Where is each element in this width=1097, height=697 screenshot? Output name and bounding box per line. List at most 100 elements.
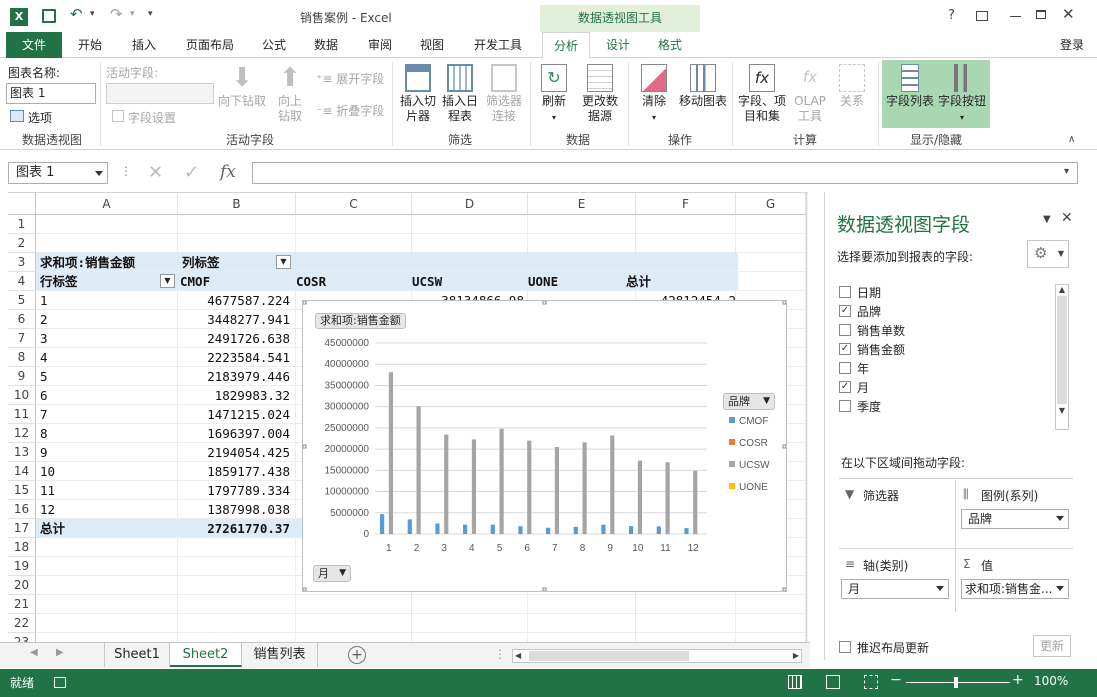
- axis-field-button[interactable]: 月 ▼: [313, 565, 351, 582]
- field-settings-button[interactable]: 字段设置: [128, 109, 176, 126]
- scroll-down-icon[interactable]: ▼: [1056, 406, 1068, 415]
- update-button[interactable]: 更新: [1033, 635, 1071, 657]
- tab-analyze[interactable]: 分析: [542, 32, 590, 59]
- drill-up-button[interactable]: ⬆ 向上钻取: [268, 64, 312, 124]
- maximize-icon[interactable]: [1036, 10, 1046, 19]
- tab-page-layout[interactable]: 页面布局: [178, 32, 242, 58]
- pivot-row-label[interactable]: 8: [40, 424, 140, 443]
- column-labels[interactable]: 列标签: [182, 253, 282, 272]
- row-header[interactable]: 10: [8, 386, 36, 405]
- enter-icon[interactable]: ✓: [184, 162, 199, 183]
- pivot-value-cmof[interactable]: 2194054.425: [158, 443, 290, 462]
- row-header[interactable]: 20: [8, 576, 36, 595]
- field-checkbox[interactable]: [839, 324, 851, 336]
- pane-settings-button[interactable]: ⚙ ▼: [1027, 240, 1069, 268]
- values-area-field[interactable]: 求和项:销售金...: [961, 579, 1069, 599]
- legend-field-button[interactable]: 品牌 ▼: [723, 393, 775, 410]
- row-header[interactable]: 4: [8, 272, 36, 291]
- column-header[interactable]: G: [736, 193, 806, 215]
- pivot-value-cmof[interactable]: 3448277.941: [158, 310, 290, 329]
- pivot-column-header[interactable]: 总计: [626, 272, 736, 291]
- hscroll-left-icon[interactable]: ◀: [515, 650, 521, 662]
- field-item-label[interactable]: 销售单数: [857, 322, 905, 339]
- row-header[interactable]: 9: [8, 367, 36, 386]
- defer-checkbox[interactable]: [839, 641, 851, 653]
- pivot-row-label[interactable]: 3: [40, 329, 140, 348]
- field-checkbox[interactable]: [839, 400, 851, 412]
- pivot-value-cmof[interactable]: 1797789.334: [158, 481, 290, 500]
- options-icon[interactable]: [10, 110, 24, 122]
- formula-input[interactable]: [252, 162, 1078, 184]
- pivot-value-cmof[interactable]: 1696397.004: [158, 424, 290, 443]
- column-header[interactable]: A: [36, 193, 178, 215]
- row-header[interactable]: 23: [8, 633, 36, 642]
- pivot-value-cmof[interactable]: 1859177.438: [158, 462, 290, 481]
- clear-button[interactable]: 清除 ▾: [634, 64, 674, 125]
- tab-home[interactable]: 开始: [70, 32, 110, 58]
- pane-menu-icon[interactable]: ▼: [1043, 214, 1051, 225]
- grand-total-value[interactable]: 27261770.37: [158, 519, 290, 538]
- scroll-thumb[interactable]: [1057, 296, 1067, 404]
- field-item-label[interactable]: 品牌: [857, 303, 881, 320]
- tab-scroll-left-icon[interactable]: ◀: [30, 647, 38, 658]
- field-item-label[interactable]: 日期: [857, 284, 881, 301]
- pivot-value-cmof[interactable]: 1471215.024: [158, 405, 290, 424]
- move-chart-button[interactable]: 移动图表: [676, 64, 730, 109]
- help-icon[interactable]: ?: [948, 8, 955, 23]
- chart-name-input[interactable]: 图表 1: [6, 83, 96, 104]
- field-item-label[interactable]: 销售金额: [857, 341, 905, 358]
- sheet-tab-sales-list[interactable]: 销售列表: [242, 643, 318, 667]
- relationships-button[interactable]: 关系: [832, 64, 872, 109]
- row-header[interactable]: 13: [8, 443, 36, 462]
- undo-dropdown-icon[interactable]: ▾: [90, 9, 95, 19]
- row-header[interactable]: 22: [8, 614, 36, 633]
- tab-developer[interactable]: 开发工具: [466, 32, 530, 58]
- insert-timeline-button[interactable]: 插入日程表: [440, 64, 480, 124]
- active-field-input[interactable]: [106, 83, 214, 104]
- row-header[interactable]: 12: [8, 424, 36, 443]
- tab-design[interactable]: 设计: [596, 32, 640, 58]
- pivot-column-header[interactable]: COSR: [296, 272, 406, 291]
- field-checkbox[interactable]: [839, 286, 851, 298]
- save-icon[interactable]: [42, 9, 56, 23]
- pivot-row-label[interactable]: 1: [40, 291, 140, 310]
- tab-insert[interactable]: 插入: [124, 32, 164, 58]
- row-header[interactable]: 8: [8, 348, 36, 367]
- select-all-corner[interactable]: [8, 193, 36, 215]
- pivot-row-label[interactable]: 9: [40, 443, 140, 462]
- pivot-row-label[interactable]: 2: [40, 310, 140, 329]
- row-header[interactable]: 18: [8, 538, 36, 557]
- pivot-row-label[interactable]: 12: [40, 500, 140, 519]
- pivot-row-label[interactable]: 6: [40, 386, 140, 405]
- pivot-row-label[interactable]: 7: [40, 405, 140, 424]
- insert-function-icon[interactable]: fx: [220, 162, 236, 182]
- normal-view-icon[interactable]: [788, 675, 802, 689]
- undo-icon[interactable]: ↶: [70, 5, 83, 23]
- filter-connections-button[interactable]: 筛选器连接: [482, 64, 526, 124]
- sheet-tab-sheet1[interactable]: Sheet1: [104, 643, 170, 667]
- zoom-level[interactable]: 100%: [1034, 674, 1068, 688]
- row-filter-dropdown-icon[interactable]: ▼: [160, 274, 175, 288]
- row-header[interactable]: 14: [8, 462, 36, 481]
- zoom-out-icon[interactable]: −: [890, 672, 902, 688]
- pivot-value-cmof[interactable]: 1387998.038: [158, 500, 290, 519]
- pane-close-icon[interactable]: ✕: [1061, 210, 1073, 226]
- row-header[interactable]: 21: [8, 595, 36, 614]
- sum-label[interactable]: 求和项:销售金额: [40, 253, 180, 272]
- pivot-row-label[interactable]: 5: [40, 367, 140, 386]
- field-item-label[interactable]: 月: [857, 379, 869, 396]
- hscroll-right-icon[interactable]: ▶: [793, 650, 799, 662]
- column-header[interactable]: D: [412, 193, 528, 215]
- row-header[interactable]: 3: [8, 253, 36, 272]
- field-checkbox[interactable]: ✓: [839, 343, 851, 355]
- cancel-icon[interactable]: ✕: [148, 162, 163, 183]
- column-header[interactable]: C: [296, 193, 412, 215]
- pivot-column-header[interactable]: UONE: [528, 272, 638, 291]
- pivot-row-label[interactable]: 4: [40, 348, 140, 367]
- pivot-column-header[interactable]: UCSW: [412, 272, 522, 291]
- row-header[interactable]: 5: [8, 291, 36, 310]
- row-header[interactable]: 17: [8, 519, 36, 538]
- field-list-button[interactable]: 字段列表: [884, 64, 936, 109]
- expand-field-button[interactable]: ⁺≡ 展开字段: [316, 70, 384, 87]
- tab-format[interactable]: 格式: [648, 32, 692, 58]
